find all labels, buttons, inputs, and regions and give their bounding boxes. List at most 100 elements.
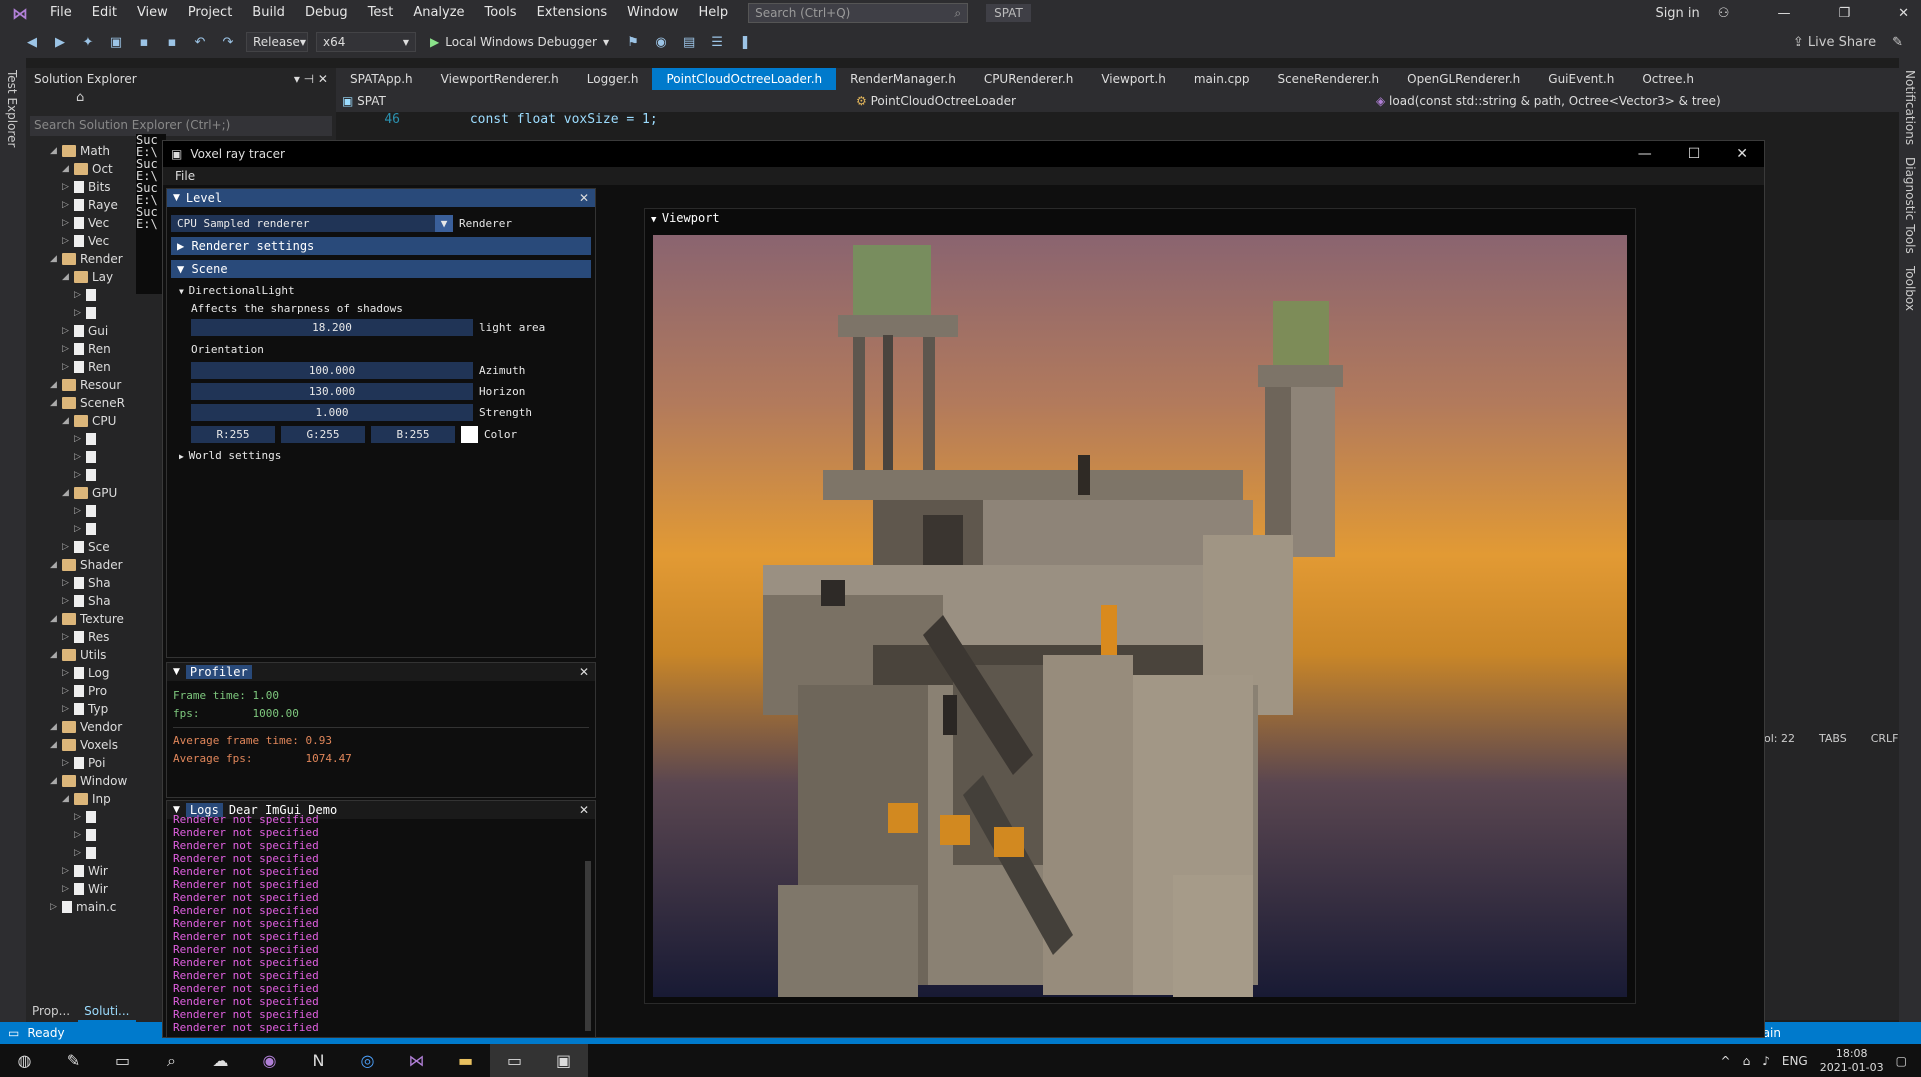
expand-arrow-icon[interactable]: ▷ <box>74 808 86 826</box>
editor-tab[interactable]: RenderManager.h <box>836 68 970 90</box>
forward-icon[interactable]: ▶ <box>50 35 70 50</box>
test-explorer-tab[interactable]: Test Explorer <box>5 70 19 147</box>
back-icon[interactable]: ◀ <box>22 35 42 50</box>
close-icon[interactable]: ✕ <box>579 803 589 817</box>
editor-tab[interactable]: ViewportRenderer.h <box>427 68 573 90</box>
cloud-app-icon[interactable]: ☁ <box>196 1044 245 1077</box>
expand-arrow-icon[interactable]: ▷ <box>62 862 74 880</box>
expand-arrow-icon[interactable]: ◢ <box>50 250 62 268</box>
start-debugger-button[interactable]: ▶ Local Windows Debugger ▼ <box>424 32 615 52</box>
light-area-slider[interactable]: 18.200 <box>191 319 473 336</box>
home-icon[interactable]: ⌂ <box>76 90 84 105</box>
app-taskbar-icon[interactable]: ▣ <box>539 1044 588 1077</box>
expand-arrow-icon[interactable]: ▷ <box>62 232 74 250</box>
app-close-button[interactable]: ✕ <box>1736 146 1748 162</box>
restore-button[interactable]: ❐ <box>1838 6 1850 21</box>
file-explorer-icon[interactable]: ▬ <box>441 1044 490 1077</box>
editor-tab[interactable]: GuiEvent.h <box>1534 68 1628 90</box>
editor-tab[interactable]: main.cpp <box>1180 68 1264 90</box>
menu-debug[interactable]: Debug <box>295 0 358 26</box>
expand-arrow-icon[interactable]: ▷ <box>62 574 74 592</box>
expand-arrow-icon[interactable]: ◢ <box>50 394 62 412</box>
scene-header[interactable]: ▼ Scene <box>171 260 591 278</box>
app-minimize-button[interactable]: — <box>1638 146 1652 162</box>
expand-arrow-icon[interactable]: ◢ <box>50 736 62 754</box>
editor-tab[interactable]: Viewport.h <box>1087 68 1180 90</box>
strength-slider[interactable]: 1.000 <box>191 404 473 421</box>
search-box[interactable]: Search (Ctrl+Q) ⌕ <box>748 3 969 23</box>
console-taskbar-icon[interactable]: ▭ <box>490 1044 539 1077</box>
nav-member[interactable]: ◈ load(const std::string & path, Octree<… <box>1376 94 1721 108</box>
network-icon[interactable]: ⌂ <box>1743 1054 1751 1068</box>
azimuth-slider[interactable]: 100.000 <box>191 362 473 379</box>
renderer-combo[interactable]: CPU Sampled renderer ▼ <box>171 215 453 232</box>
expand-arrow-icon[interactable]: ◢ <box>50 646 62 664</box>
undo-icon[interactable]: ↶ <box>190 35 210 50</box>
color-g-field[interactable]: G:255 <box>281 426 365 443</box>
editor-tab[interactable]: Octree.h <box>1628 68 1708 90</box>
line-ending-indicator[interactable]: CRLF <box>1871 732 1899 745</box>
expand-arrow-icon[interactable]: ◢ <box>62 160 74 178</box>
app-maximize-button[interactable]: ☐ <box>1688 146 1701 162</box>
solution-search-input[interactable]: Search Solution Explorer (Ctrl+;) <box>30 116 332 136</box>
user-icon[interactable]: ⚇ <box>1718 6 1730 21</box>
open-folder-icon[interactable]: ▣ <box>106 35 126 50</box>
menu-build[interactable]: Build <box>242 0 295 26</box>
live-share-button[interactable]: ⇪ Live Share <box>1793 35 1876 50</box>
expand-arrow-icon[interactable]: ▷ <box>62 214 74 232</box>
expand-arrow-icon[interactable]: ▷ <box>62 358 74 376</box>
expand-arrow-icon[interactable]: ◢ <box>50 556 62 574</box>
log-scrollbar[interactable] <box>585 861 591 1031</box>
expand-arrow-icon[interactable]: ◢ <box>50 610 62 628</box>
expand-arrow-icon[interactable]: ▷ <box>62 340 74 358</box>
toolbox-tab[interactable]: Toolbox <box>1903 266 1917 311</box>
terminal-icon[interactable]: ▭ <box>98 1044 147 1077</box>
expand-arrow-icon[interactable]: ◢ <box>50 772 62 790</box>
panel-controls[interactable]: ▾ ⊣ ✕ <box>294 72 328 86</box>
expand-arrow-icon[interactable]: ▷ <box>62 322 74 340</box>
save-all-icon[interactable]: ▪ <box>162 35 182 50</box>
editor-tab[interactable]: CPURenderer.h <box>970 68 1088 90</box>
expand-arrow-icon[interactable]: ◢ <box>62 484 74 502</box>
expand-arrow-icon[interactable]: ▷ <box>74 844 86 862</box>
menu-analyze[interactable]: Analyze <box>403 0 474 26</box>
media-app-icon[interactable]: ◉ <box>245 1044 294 1077</box>
close-icon[interactable]: ✕ <box>579 665 589 679</box>
expand-arrow-icon[interactable]: ◢ <box>50 718 62 736</box>
expand-arrow-icon[interactable]: ▷ <box>62 178 74 196</box>
expand-arrow-icon[interactable]: ▷ <box>62 196 74 214</box>
menu-help[interactable]: Help <box>688 0 738 26</box>
editor-tab[interactable]: PointCloudOctreeLoader.h <box>652 68 837 90</box>
menu-project[interactable]: Project <box>178 0 242 26</box>
sign-in-link[interactable]: Sign in <box>1655 6 1699 21</box>
expand-arrow-icon[interactable]: ▷ <box>74 466 86 484</box>
expand-arrow-icon[interactable]: ▷ <box>62 592 74 610</box>
close-button[interactable]: ✕ <box>1898 6 1909 21</box>
color-r-field[interactable]: R:255 <box>191 426 275 443</box>
viewport-header[interactable]: ▼ Viewport <box>645 209 1635 227</box>
editor-tab[interactable]: OpenGLRenderer.h <box>1393 68 1534 90</box>
expand-arrow-icon[interactable]: ◢ <box>62 268 74 286</box>
menu-file[interactable]: File <box>40 0 82 26</box>
new-project-icon[interactable]: ✦ <box>78 35 98 50</box>
expand-arrow-icon[interactable]: ▷ <box>62 700 74 718</box>
expand-arrow-icon[interactable]: ▷ <box>62 754 74 772</box>
renderer-settings-header[interactable]: ▶ Renderer settings <box>171 237 591 255</box>
feedback-icon[interactable]: ✎ <box>1892 35 1903 50</box>
menu-test[interactable]: Test <box>358 0 404 26</box>
save-icon[interactable]: ▪ <box>134 35 154 50</box>
expand-arrow-icon[interactable]: ▷ <box>74 304 86 322</box>
paint-icon[interactable]: ✎ <box>49 1044 98 1077</box>
branch-indicator[interactable]: ain <box>1763 1026 1781 1040</box>
visual-studio-taskbar-icon[interactable]: ⋈ <box>392 1044 441 1077</box>
nav-project[interactable]: ▣ SPAT <box>336 94 856 108</box>
screenshot-icon[interactable]: ◉ <box>651 35 671 50</box>
expand-arrow-icon[interactable]: ▷ <box>74 430 86 448</box>
menu-window[interactable]: Window <box>617 0 688 26</box>
expand-arrow-icon[interactable]: ◢ <box>50 142 62 160</box>
tab-solution-explorer[interactable]: Soluti... <box>78 1002 136 1022</box>
minimize-button[interactable]: — <box>1777 6 1790 21</box>
expand-arrow-icon[interactable]: ▷ <box>50 898 62 916</box>
expand-arrow-icon[interactable]: ◢ <box>50 376 62 394</box>
notification-icon[interactable]: ▢ <box>1896 1054 1907 1068</box>
